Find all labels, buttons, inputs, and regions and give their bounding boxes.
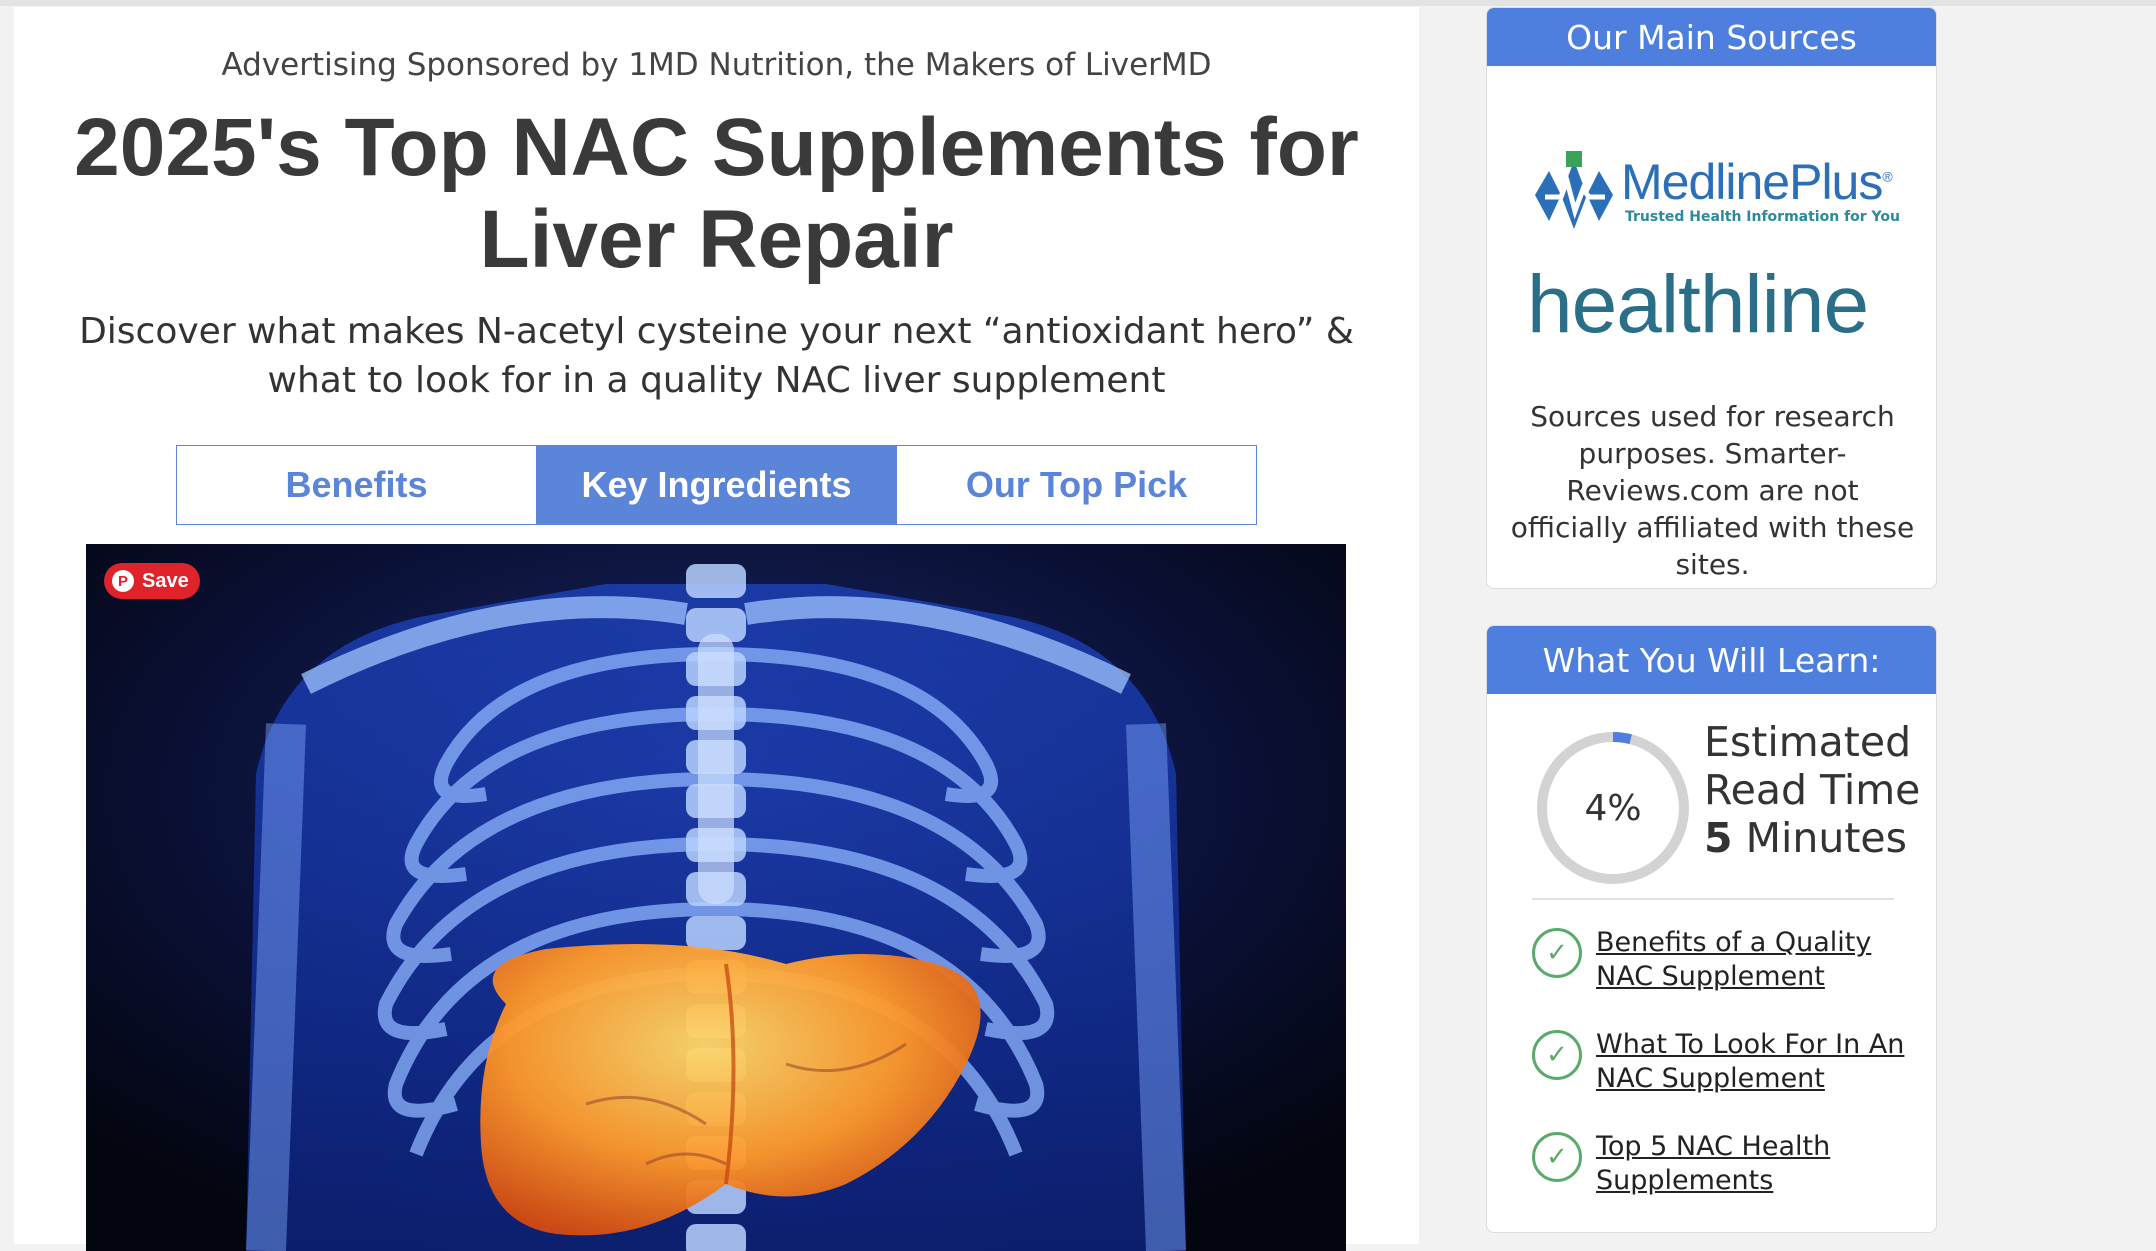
pinterest-icon: P bbox=[112, 570, 134, 592]
readtime-line2: Read Time bbox=[1704, 766, 1921, 814]
learn-item: ✓ Top 5 NAC Health Supplements bbox=[1532, 1130, 1912, 1198]
medlineplus-wordmark: MedlinePlus® bbox=[1621, 154, 1893, 210]
liver-xray-illustration bbox=[86, 544, 1346, 1251]
learn-divider bbox=[1532, 898, 1894, 900]
learn-link-what-to-look-for[interactable]: What To Look For In An NAC Supplement bbox=[1596, 1028, 1912, 1096]
check-circle-icon: ✓ bbox=[1532, 1132, 1582, 1182]
medlineplus-logo: MedlinePlus® Trusted Health Information … bbox=[1531, 143, 1901, 233]
pinterest-save-button[interactable]: P Save bbox=[104, 563, 200, 599]
learn-link-top-5[interactable]: Top 5 NAC Health Supplements bbox=[1596, 1130, 1912, 1198]
readtime-minutes: 5 bbox=[1704, 814, 1733, 862]
section-tabs: Benefits Key Ingredients Our Top Pick bbox=[176, 445, 1257, 525]
medlineplus-mark-icon bbox=[1535, 151, 1613, 229]
readtime-line1: Estimated bbox=[1704, 718, 1912, 766]
page-subtitle: Discover what makes N-acetyl cysteine yo… bbox=[79, 311, 1354, 401]
check-circle-icon: ✓ bbox=[1532, 928, 1582, 978]
page-title: 2025's Top NAC Supplements for Liver Rep… bbox=[74, 102, 1359, 285]
learn-item: ✓ Benefits of a Quality NAC Supplement bbox=[1532, 926, 1912, 994]
learn-title: What You Will Learn: bbox=[1487, 626, 1936, 694]
readtime-unit: Minutes bbox=[1745, 814, 1907, 862]
healthline-logo: healthline bbox=[1527, 259, 1869, 350]
medlineplus-tagline: Trusted Health Information for You bbox=[1625, 209, 1900, 225]
main-content: Advertising Sponsored by 1MD Nutrition, … bbox=[14, 7, 1419, 1251]
learn-link-benefits[interactable]: Benefits of a Quality NAC Supplement bbox=[1596, 926, 1912, 994]
reading-progress-percent: 4% bbox=[1584, 787, 1642, 829]
tab-our-top-pick[interactable]: Our Top Pick bbox=[897, 446, 1256, 524]
top-border bbox=[0, 0, 2156, 6]
hero-image-liver-xray: P Save bbox=[86, 544, 1346, 1251]
main-sources-card: Our Main Sources MedlinePlus® Trusted He… bbox=[1486, 7, 1937, 589]
tab-key-ingredients[interactable]: Key Ingredients bbox=[537, 446, 897, 524]
main-sources-title: Our Main Sources bbox=[1487, 8, 1936, 66]
check-circle-icon: ✓ bbox=[1532, 1030, 1582, 1080]
what-you-will-learn-card: What You Will Learn: 4% Estimated Read T… bbox=[1486, 625, 1937, 1233]
sources-disclaimer: Sources used for research purposes. Smar… bbox=[1510, 400, 1915, 581]
learn-item: ✓ What To Look For In An NAC Supplement bbox=[1532, 1028, 1912, 1096]
estimated-read-time: Estimated Read Time 5 Minutes bbox=[1704, 718, 1920, 862]
tab-benefits[interactable]: Benefits bbox=[177, 446, 537, 524]
save-label: Save bbox=[142, 569, 189, 592]
sponsor-notice: Advertising Sponsored by 1MD Nutrition, … bbox=[221, 47, 1212, 83]
